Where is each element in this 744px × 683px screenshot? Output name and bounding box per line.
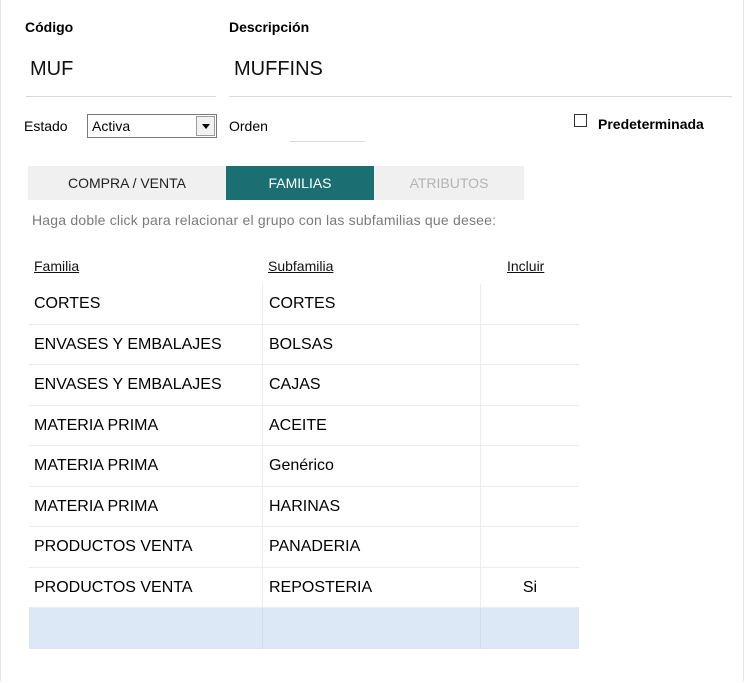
codigo-field[interactable]: MUF: [30, 58, 73, 81]
new-row[interactable]: [29, 608, 579, 649]
incluir-cell[interactable]: [480, 486, 579, 526]
column-header-familia[interactable]: Familia: [34, 258, 79, 274]
subfamilia-cell: BOLSAS: [262, 324, 480, 364]
familia-cell[interactable]: [29, 608, 262, 649]
incluir-cell[interactable]: [480, 608, 579, 649]
incluir-cell[interactable]: Si: [480, 567, 579, 607]
hint-text: Haga doble click para relacionar el grup…: [32, 212, 497, 228]
subfamilia-cell[interactable]: [262, 608, 480, 649]
subfamilia-cell: PANADERIA: [262, 527, 480, 567]
column-header-subfamilia[interactable]: Subfamilia: [268, 258, 333, 274]
subfamilias-table: CORTES CORTES ENVASES Y EMBALAJES BOLSAS…: [29, 284, 579, 649]
table-row[interactable]: MATERIA PRIMA ACEITE: [29, 405, 579, 446]
familia-cell: PRODUCTOS VENTA: [34, 538, 193, 555]
familia-cell: ENVASES Y EMBALAJES: [34, 335, 222, 353]
familia-cell: ENVASES Y EMBALAJES: [34, 376, 222, 393]
table-row[interactable]: MATERIA PRIMA Genérico: [29, 446, 579, 487]
subfamilia-cell: CORTES: [262, 284, 480, 324]
subfamilia-cell: HARINAS: [262, 486, 480, 526]
table-row[interactable]: ENVASES Y EMBALAJES BOLSAS: [29, 324, 579, 365]
incluir-cell[interactable]: [480, 284, 579, 324]
incluir-cell[interactable]: [480, 446, 579, 486]
predeterminada-checkbox[interactable]: [574, 114, 587, 127]
table-row[interactable]: ENVASES Y EMBALAJES CAJAS: [29, 365, 579, 406]
incluir-cell[interactable]: [480, 365, 579, 405]
descripcion-underline: [229, 96, 732, 97]
tab-atributos: ATRIBUTOS: [374, 166, 524, 200]
estado-select-value: Activa: [92, 118, 131, 134]
familia-cell: CORTES: [34, 295, 101, 312]
subfamilia-cell: REPOSTERIA: [262, 567, 480, 607]
descripcion-label: Descripción: [229, 19, 310, 35]
incluir-cell[interactable]: [480, 527, 579, 567]
orden-field[interactable]: [290, 114, 365, 142]
estado-select[interactable]: Activa: [87, 114, 217, 138]
familia-cell: MATERIA PRIMA: [34, 497, 159, 515]
table-row[interactable]: CORTES CORTES: [29, 284, 579, 325]
incluir-cell[interactable]: [480, 405, 579, 445]
tab-familias[interactable]: FAMILIAS: [226, 166, 374, 200]
subfamilia-cell: CAJAS: [262, 365, 480, 405]
tab-compra-venta[interactable]: COMPRA / VENTA: [28, 166, 226, 200]
familia-cell: PRODUCTOS VENTA: [34, 578, 193, 596]
column-header-incluir[interactable]: Incluir: [507, 258, 544, 274]
descripcion-field[interactable]: MUFFINS: [234, 58, 323, 81]
subfamilia-cell: ACEITE: [262, 405, 480, 445]
chevron-down-icon[interactable]: [196, 116, 215, 136]
table-row[interactable]: MATERIA PRIMA HARINAS: [29, 486, 579, 527]
familia-cell: MATERIA PRIMA: [34, 457, 159, 474]
codigo-underline: [26, 96, 216, 97]
orden-label: Orden: [229, 118, 268, 134]
incluir-cell[interactable]: [480, 324, 579, 364]
familia-cell: MATERIA PRIMA: [34, 416, 159, 434]
subfamilia-cell: Genérico: [262, 446, 480, 486]
codigo-label: Código: [25, 19, 74, 35]
predeterminada-label: Predeterminada: [598, 116, 704, 132]
table-row[interactable]: PRODUCTOS VENTA PANADERIA: [29, 527, 579, 568]
estado-label: Estado: [24, 118, 68, 134]
table-row[interactable]: PRODUCTOS VENTA REPOSTERIA Si: [29, 567, 579, 608]
